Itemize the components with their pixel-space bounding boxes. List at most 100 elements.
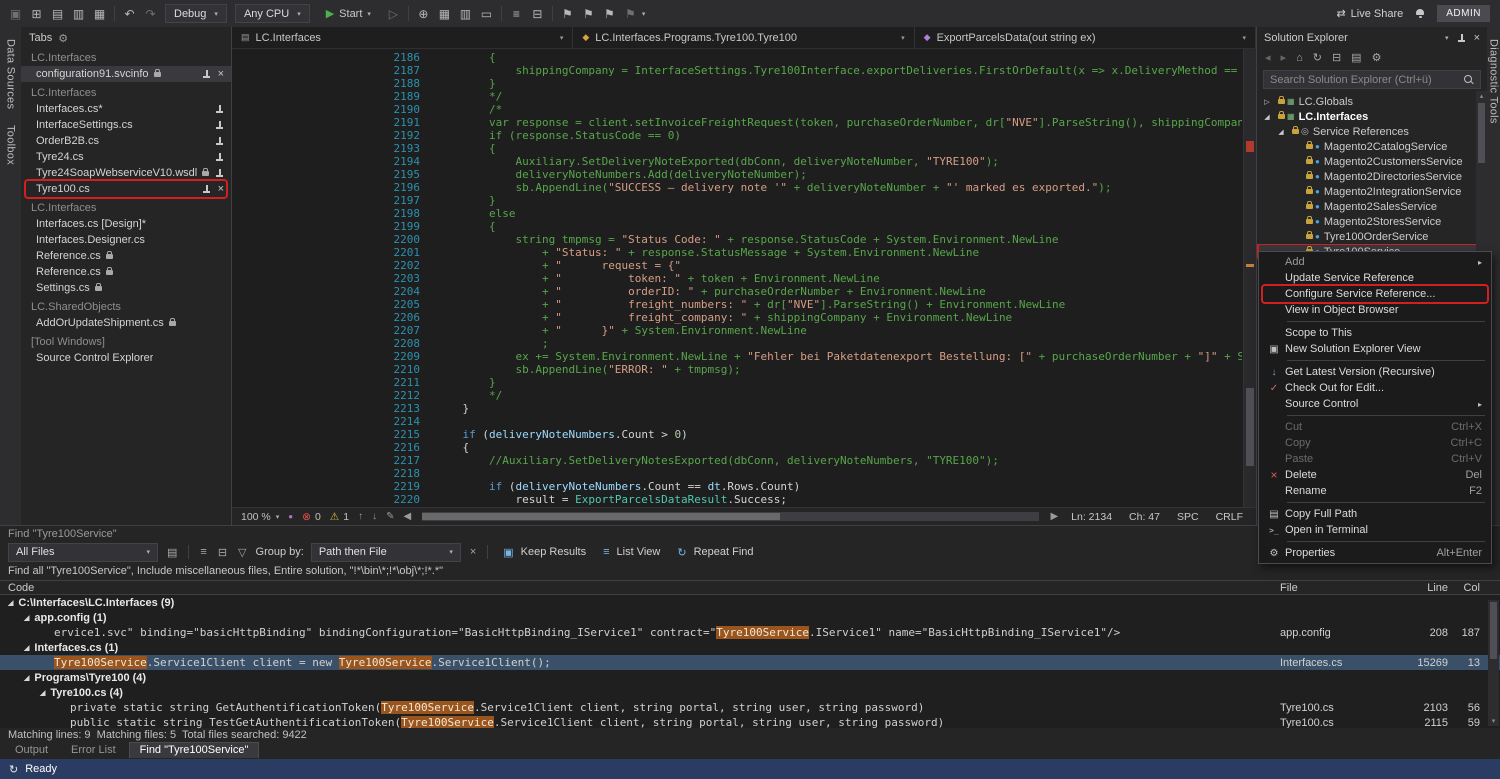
code-text[interactable]: { [436, 142, 1242, 155]
code-text[interactable]: + " freight_numbers: " + dr["NVE"].Parse… [436, 298, 1242, 311]
code-text[interactable] [436, 415, 1242, 428]
document-tab-orderb2b-cs[interactable]: OrderB2B.cs [21, 133, 231, 149]
find-results-scrollbar[interactable]: ▾ [1488, 600, 1499, 726]
code-text[interactable]: sb.AppendLine("ERROR: " + tmpmsg); [436, 363, 1242, 376]
keep-results-toggle[interactable]: ▣ Keep Results [497, 546, 590, 559]
user-account-button[interactable]: ADMIN [1437, 5, 1490, 22]
open-folder-icon[interactable]: ▤ [48, 7, 67, 21]
code-text[interactable]: } [436, 402, 1242, 415]
code-text[interactable]: } [436, 194, 1242, 207]
code-text[interactable]: { [436, 51, 1242, 64]
collapse-all-icon[interactable]: ⊟ [1332, 51, 1341, 64]
copy-results-icon[interactable]: ▤ [165, 546, 179, 559]
code-text[interactable]: + " request = {" [436, 259, 1242, 272]
breadcrumb-project-dropdown[interactable]: ▤ LC.Interfaces ▾ [232, 27, 573, 48]
document-tab-interfaces-cs-design[interactable]: Interfaces.cs [Design]* [21, 216, 231, 232]
find-result-row[interactable]: private static string GetAuthentificatio… [0, 700, 1500, 715]
group-expanded-arrow[interactable]: ◢ [40, 689, 45, 697]
code-text[interactable]: result = ExportParcelsDataResult.Success… [436, 493, 1242, 506]
find-result-row[interactable]: public static string TestGetAuthentifica… [0, 715, 1500, 728]
bookmark-prev-icon[interactable]: ⚑ [600, 7, 619, 21]
pin-icon[interactable] [215, 169, 224, 178]
space-indicator[interactable]: SPC [1173, 511, 1203, 523]
vs-logo-icon[interactable]: ▣ [6, 7, 25, 21]
document-tab-interfacesettings-cs[interactable]: InterfaceSettings.cs [21, 117, 231, 133]
tree-item-tyre100orderservice[interactable]: ●Tyre100OrderService [1257, 229, 1487, 244]
start-without-debugging-icon[interactable]: ▷ [384, 7, 403, 21]
document-tab-reference-cs[interactable]: Reference.cs [21, 248, 231, 264]
collapse-all-icon[interactable]: ⊟ [216, 546, 229, 559]
show-all-files-icon[interactable]: ▤ [1351, 51, 1361, 64]
window-position-icon[interactable]: ▾ [1445, 34, 1449, 42]
bookmark-clear-icon[interactable]: ⚑ [621, 7, 640, 21]
document-tab-source-control-explorer[interactable]: Source Control Explorer [21, 350, 231, 366]
menu-item-scope-to-this[interactable]: Scope to This [1259, 325, 1491, 341]
menu-item-properties[interactable]: ⚙PropertiesAlt+Enter [1259, 545, 1491, 561]
find-group-row[interactable]: ◢Tyre100.cs (4) [0, 685, 1500, 700]
group-expanded-arrow[interactable]: ◢ [8, 599, 13, 607]
command-window-icon[interactable]: ▭ [477, 7, 496, 21]
scrollbar-thumb[interactable] [1490, 602, 1497, 659]
code-text[interactable]: { [436, 220, 1242, 233]
new-project-icon[interactable]: ⊞ [27, 7, 46, 21]
error-count-badge[interactable]: ⊗ 0 [302, 511, 321, 523]
find-group-row[interactable]: ◢Programs\Tyre100 (4) [0, 670, 1500, 685]
line-operations-icon[interactable]: ≡ [507, 7, 526, 21]
solution-search-input[interactable]: Search Solution Explorer (Ctrl+ü) [1263, 70, 1481, 89]
code-text[interactable]: + " token: " + token + Environment.NewLi… [436, 272, 1242, 285]
code-text[interactable]: Auxiliary.SetDeliveryNoteExported(dbConn… [436, 155, 1242, 168]
back-icon[interactable]: ◂ [1265, 51, 1271, 64]
tree-expanded-arrow[interactable]: ◢ [1275, 128, 1287, 136]
menu-item-source-control[interactable]: Source Control▸ [1259, 396, 1491, 412]
toolbox-tab[interactable]: Toolbox [5, 125, 17, 165]
document-tab-configuration91-svcinfo[interactable]: configuration91.svcinfo× [21, 66, 231, 82]
breadcrumb-member-dropdown[interactable]: ◆ ExportParcelsData(out string ex) ▾ [915, 27, 1256, 48]
code-area[interactable]: 2186 {2187 shippingCompany = InterfaceSe… [232, 49, 1256, 507]
document-tab-addorupdateshipment-cs[interactable]: AddOrUpdateShipment.cs [21, 315, 231, 331]
document-tab-reference-cs[interactable]: Reference.cs [21, 264, 231, 280]
collapse-regions-icon[interactable]: ⊟ [528, 7, 547, 21]
group-expanded-arrow[interactable]: ◢ [24, 644, 29, 652]
menu-item-view-in-object-browser[interactable]: View in Object Browser [1259, 302, 1491, 318]
pin-icon[interactable] [202, 70, 211, 79]
gear-icon[interactable]: ⚙ [58, 32, 68, 45]
solution-configurations-dropdown[interactable]: Debug ▾ [165, 4, 227, 23]
editor-vertical-scrollbar[interactable] [1243, 49, 1256, 507]
pin-icon[interactable] [215, 105, 224, 114]
pin-icon[interactable] [1457, 34, 1466, 43]
close-icon[interactable]: × [218, 184, 224, 195]
document-tab-interfaces-cs[interactable]: Interfaces.cs* [21, 101, 231, 117]
menu-item-add[interactable]: Add▸ [1259, 254, 1491, 270]
code-text[interactable]: */ [436, 90, 1242, 103]
code-text[interactable]: + " orderID: " + purchaseOrderNumber + E… [436, 285, 1242, 298]
environment-icon[interactable]: ▦ [435, 7, 454, 21]
pin-icon[interactable] [215, 153, 224, 162]
pin-icon[interactable] [215, 121, 224, 130]
scrollbar-thumb[interactable] [422, 513, 780, 520]
attach-process-icon[interactable]: ⊕ [414, 7, 433, 21]
tree-collapsed-arrow[interactable]: ▷ [1261, 98, 1273, 106]
clear-filter-icon[interactable]: × [468, 546, 478, 558]
code-text[interactable]: if (deliveryNoteNumbers.Count > 0) [436, 428, 1242, 441]
group-by-dropdown[interactable]: Path then File ▾ [311, 543, 461, 562]
tree-item-magento2integrationservice[interactable]: ●Magento2IntegrationService [1257, 184, 1487, 199]
menu-item-configure-service-reference[interactable]: Configure Service Reference... [1259, 286, 1491, 302]
tree-item-magento2salesservice[interactable]: ●Magento2SalesService [1257, 199, 1487, 214]
pin-icon[interactable] [215, 137, 224, 146]
tree-item-magento2storesservice[interactable]: ●Magento2StoresService [1257, 214, 1487, 229]
diagnostic-tools-tab[interactable]: Diagnostic Tools [1488, 39, 1500, 124]
tree-item-lc-globals[interactable]: ▷▦LC.Globals [1257, 94, 1487, 109]
solution-platforms-dropdown[interactable]: Any CPU ▾ [235, 4, 310, 23]
code-text[interactable]: ; [436, 337, 1242, 350]
close-icon[interactable]: × [1474, 33, 1480, 44]
scroll-down-icon[interactable]: ▾ [1488, 717, 1499, 725]
repeat-find-button[interactable]: ↻ Repeat Find [671, 546, 757, 559]
menu-item-open-in-terminal[interactable]: >_Open in Terminal [1259, 522, 1491, 538]
panel-tab-find-tyre100service[interactable]: Find "Tyre100Service" [129, 742, 260, 758]
bookmark-next-icon[interactable]: ⚑ [579, 7, 598, 21]
find-group-row[interactable]: ◢Interfaces.cs (1) [0, 640, 1500, 655]
menu-item-check-out-for-edit[interactable]: ✓Check Out for Edit... [1259, 380, 1491, 396]
save-icon[interactable]: ▥ [69, 7, 88, 21]
close-icon[interactable]: × [218, 69, 224, 80]
code-text[interactable]: */ [436, 389, 1242, 402]
